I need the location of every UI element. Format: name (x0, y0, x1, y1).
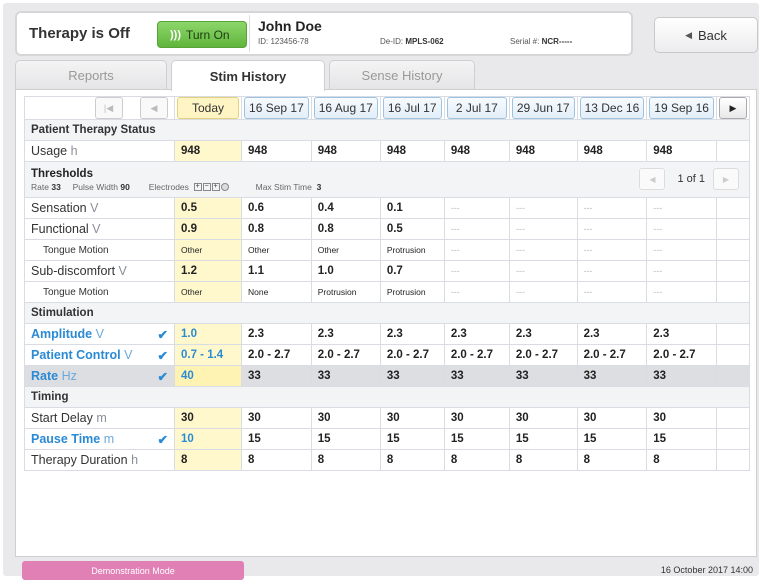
date-column[interactable]: 16 Aug 17 (313, 97, 378, 119)
thresholds-title: Thresholds (31, 167, 93, 180)
tab-sense-history[interactable]: Sense History (329, 60, 475, 90)
serial-number: Serial #: NCR----- (510, 37, 573, 46)
checkmark-icon: ✔ (157, 369, 168, 384)
pager-prev-button[interactable]: ◀ (639, 168, 666, 190)
turn-on-label: Turn On (186, 27, 230, 42)
therapy-status-title: Therapy is Off (29, 25, 130, 42)
turn-on-button[interactable]: ))) Turn On (157, 21, 247, 48)
skip-first-icon: |◀ (103, 103, 114, 113)
date-column[interactable]: 2 Jul 17 (446, 97, 507, 119)
wireless-signal-icon: ))) (170, 28, 181, 41)
back-button[interactable]: ◀ Back (654, 17, 758, 53)
table-row: Rate Hz ✔ 40 33 33 33 33 33 33 33 (24, 365, 751, 387)
stim-history-panel: |◀ ◀ Today 16 Sep 17 16 Aug 17 16 Jul 17… (15, 89, 757, 557)
patient-info: John Doe ID: 123456-78 De-ID: MPLS-062 S… (249, 15, 633, 52)
next-button[interactable]: ▶ (718, 97, 747, 119)
section-header: Patient Therapy Status (24, 119, 750, 141)
usage-label: Usage h (24, 140, 175, 162)
stim-history-table: |◀ ◀ Today 16 Sep 17 16 Aug 17 16 Jul 17… (24, 96, 751, 471)
date-column[interactable]: 13 Dec 16 (579, 97, 645, 119)
checkmark-icon: ✔ (157, 432, 168, 447)
thresholds-pager: ◀ 1 of 1 ▶ (639, 168, 739, 190)
section-header: Stimulation (24, 302, 750, 324)
electrode-plus-icon: + (193, 183, 202, 192)
tab-reports[interactable]: Reports (15, 60, 167, 90)
tab-stim-history[interactable]: Stim History (171, 60, 325, 91)
checkmark-icon: ✔ (157, 327, 168, 342)
table-row: Functional V 0.9 0.8 0.8 0.5 --- --- ---… (24, 218, 751, 240)
electrode-plus-icon: + (211, 183, 220, 192)
page-indicator: 1 of 1 (677, 173, 705, 185)
checkmark-icon: ✔ (157, 348, 168, 363)
table-row: Start Delay m 30 30 30 30 30 30 30 30 (24, 407, 751, 429)
date-today[interactable]: Today (177, 97, 240, 119)
patient-id: ID: 123456-78 (258, 37, 309, 46)
triangle-right-icon: ▶ (729, 103, 737, 113)
app-frame: Therapy is Off ))) Turn On John Doe ID: … (3, 3, 759, 580)
datetime: 16 October 2017 14:00 (660, 565, 753, 575)
date-column[interactable]: 29 Jun 17 (511, 97, 575, 119)
table-row: Patient Control V ✔ 0.7 - 1.4 2.0 - 2.7 2… (24, 344, 751, 366)
thresholds-row: Thresholds Rate 33 Pulse Width 90 Electr… (24, 161, 750, 198)
deid: De-ID: MPLS-062 (380, 37, 444, 46)
electrode-minus-icon: − (202, 183, 211, 192)
back-label: Back (698, 27, 727, 43)
demonstration-mode-badge: Demonstration Mode (22, 561, 244, 580)
date-column[interactable]: 16 Sep 17 (244, 97, 309, 119)
triangle-left-icon: ◀ (685, 29, 692, 40)
header-bar: Therapy is Off ))) Turn On John Doe ID: … (15, 11, 633, 56)
patient-name: John Doe (258, 18, 322, 34)
prev-button[interactable]: ◀ (140, 97, 168, 119)
table-row: Usage h 948 948 948 948 948 948 948 948 (24, 140, 751, 162)
section-header: Timing (24, 386, 750, 408)
electrode-off-icon (220, 183, 229, 192)
thresholds-settings: Rate 33 Pulse Width 90 Electrodes + − + Ma… (31, 181, 322, 192)
date-column[interactable]: 19 Sep 16 (649, 97, 714, 119)
table-row: Therapy Duration h 8 8 8 8 8 8 8 8 (24, 449, 751, 471)
table-row: Tongue Motion Other Other Other Protrusi… (24, 239, 751, 261)
table-row: Tongue Motion Other None Protrusion Prot… (24, 281, 751, 303)
table-row: Pause Time m ✔ 10 15 15 15 15 15 15 15 (24, 428, 751, 450)
table-row: Sensation V 0.5 0.6 0.4 0.1 --- --- --- … (24, 197, 751, 219)
table-row: Sub-discomfort V 1.2 1.1 1.0 0.7 --- ---… (24, 260, 751, 282)
triangle-left-icon: ◀ (150, 103, 158, 113)
date-column[interactable]: 16 Jul 17 (382, 97, 442, 119)
date-header-row: |◀ ◀ Today 16 Sep 17 16 Aug 17 16 Jul 17… (24, 96, 751, 120)
table-row: Amplitude V ✔ 1.0 2.3 2.3 2.3 2.3 2.3 2.3… (24, 323, 751, 345)
first-page-button[interactable]: |◀ (94, 97, 123, 119)
pager-next-button[interactable]: ▶ (713, 168, 739, 190)
